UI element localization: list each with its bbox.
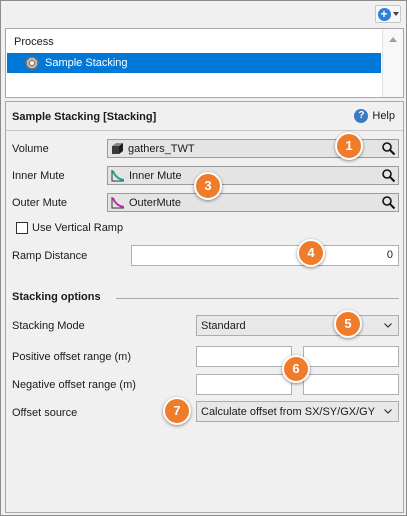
callout-badge-7: 7 [163, 397, 191, 425]
use-vertical-ramp-label: Use Vertical Ramp [32, 222, 124, 234]
inner-mute-value: Inner Mute [129, 169, 182, 182]
stacking-mode-select[interactable]: Standard [196, 315, 399, 336]
toolbar: + [2, 2, 405, 26]
stacking-options-heading: Stacking options [12, 291, 101, 303]
help-icon: ? [354, 109, 369, 123]
outer-mute-field[interactable]: OuterMute [107, 193, 399, 212]
offset-source-value: Calculate offset from SX/SY/GX/GY [201, 405, 376, 418]
volume-label: Volume [12, 143, 49, 155]
cube-icon [112, 143, 123, 154]
stacking-mode-label: Stacking Mode [12, 320, 85, 332]
use-vertical-ramp-checkbox[interactable]: Use Vertical Ramp [16, 222, 123, 234]
stacking-mode-value: Standard [201, 319, 246, 332]
search-icon[interactable] [381, 168, 396, 183]
search-icon[interactable] [381, 141, 396, 156]
process-list: Process Sample Stacking [5, 28, 404, 98]
stacking-dialog: + Process Sample Stacking Sample Stackin… [0, 0, 407, 516]
negative-offset-label: Negative offset range (m) [12, 379, 136, 391]
header-divider [6, 130, 403, 131]
outer-mute-value: OuterMute [129, 196, 181, 209]
inner-mute-field[interactable]: Inner Mute [107, 166, 399, 185]
positive-offset-max-input[interactable] [303, 346, 399, 367]
callout-badge-1: 1 [335, 132, 363, 160]
outer-mute-label: Outer Mute [12, 197, 68, 209]
inner-mute-icon [111, 170, 125, 182]
offset-source-select[interactable]: Calculate offset from SX/SY/GX/GY [196, 401, 399, 422]
callout-badge-3: 3 [194, 172, 222, 200]
callout-badge-6: 6 [282, 355, 310, 383]
process-item-sample-stacking[interactable]: Sample Stacking [7, 53, 381, 73]
add-icon: + [377, 7, 391, 21]
process-item-label: Sample Stacking [45, 57, 128, 69]
process-list-scrollbar[interactable] [382, 29, 403, 97]
section-divider [116, 298, 399, 299]
positive-offset-label: Positive offset range (m) [12, 351, 132, 363]
checkbox-box[interactable] [16, 222, 28, 234]
chevron-down-icon [384, 409, 392, 414]
help-button[interactable]: ? Help [354, 109, 395, 123]
inner-mute-label: Inner Mute [12, 170, 65, 182]
negative-offset-max-input[interactable] [303, 374, 399, 395]
properties-panel: Sample Stacking [Stacking] ? Help Volume… [5, 101, 404, 513]
add-process-button[interactable]: + [375, 5, 401, 23]
help-label: Help [372, 110, 395, 122]
ramp-distance-label: Ramp Distance [12, 250, 88, 262]
chevron-down-icon [384, 323, 392, 328]
outer-mute-icon [111, 197, 125, 209]
process-list-title: Process [14, 36, 54, 48]
negative-offset-min-input[interactable] [196, 374, 292, 395]
volume-value: gathers_TWT [128, 142, 195, 155]
positive-offset-min-input[interactable] [196, 346, 292, 367]
offset-source-label: Offset source [12, 407, 78, 419]
search-icon[interactable] [381, 195, 396, 210]
gear-icon [24, 55, 40, 71]
scroll-up-icon[interactable] [389, 37, 397, 42]
dropdown-caret-icon [392, 12, 399, 16]
properties-title: Sample Stacking [Stacking] [12, 111, 157, 123]
ramp-distance-input[interactable]: 0 [131, 245, 399, 266]
callout-badge-5: 5 [334, 310, 362, 338]
callout-badge-4: 4 [297, 239, 325, 267]
